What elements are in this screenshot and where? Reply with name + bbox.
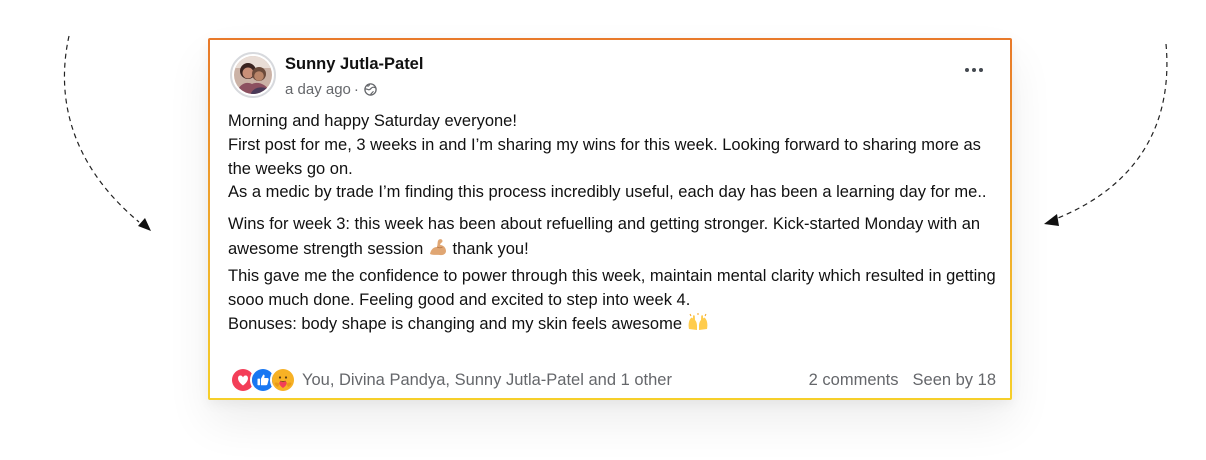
post-line: This gave me the confidence to power thr… [228,266,996,309]
raising-hands-emoji [687,312,709,340]
comments-link[interactable]: 2 comments [809,371,899,390]
post-line: First post for me, 3 weeks in and I’m sh… [228,135,981,178]
post-line: Morning and happy Saturday everyone! [228,112,517,130]
globe-icon [364,83,377,96]
care-reaction-icon [270,367,296,393]
left-dashed-arrow-icon [63,35,151,231]
author-name[interactable]: Sunny Jutla-Patel [285,55,423,74]
flexed-biceps-emoji [428,237,448,265]
seen-by-count[interactable]: Seen by 18 [913,371,996,390]
post-footer: You, Divina Pandya, Sunny Jutla-Patel an… [230,367,996,393]
post-paragraph: Wins for week 3: this week has been abou… [228,213,998,340]
post-line: Bonuses: body shape is changing and my s… [228,315,687,334]
reactor-names[interactable]: You, Divina Pandya, Sunny Jutla-Patel an… [302,371,809,390]
post-line: thank you! [447,239,529,258]
post-body: Morning and happy Saturday everyone! Fir… [228,110,998,340]
post-paragraph: Morning and happy Saturday everyone! Fir… [228,110,998,205]
avatar[interactable] [230,52,276,98]
post-line: Wins for week 3: this week has been abou… [228,215,981,258]
timestamp[interactable]: a day ago [285,81,351,98]
meta-separator: · [353,81,359,98]
right-dashed-arrow-icon [1044,43,1168,226]
post-line: As a medic by trade I’m finding this pro… [228,183,987,202]
facebook-post-card: Sunny Jutla-Patel a day ago · Morning an… [208,38,1012,400]
reactions-summary[interactable] [230,367,296,393]
post-meta: a day ago · [285,81,377,98]
more-options-icon[interactable] [962,62,986,78]
